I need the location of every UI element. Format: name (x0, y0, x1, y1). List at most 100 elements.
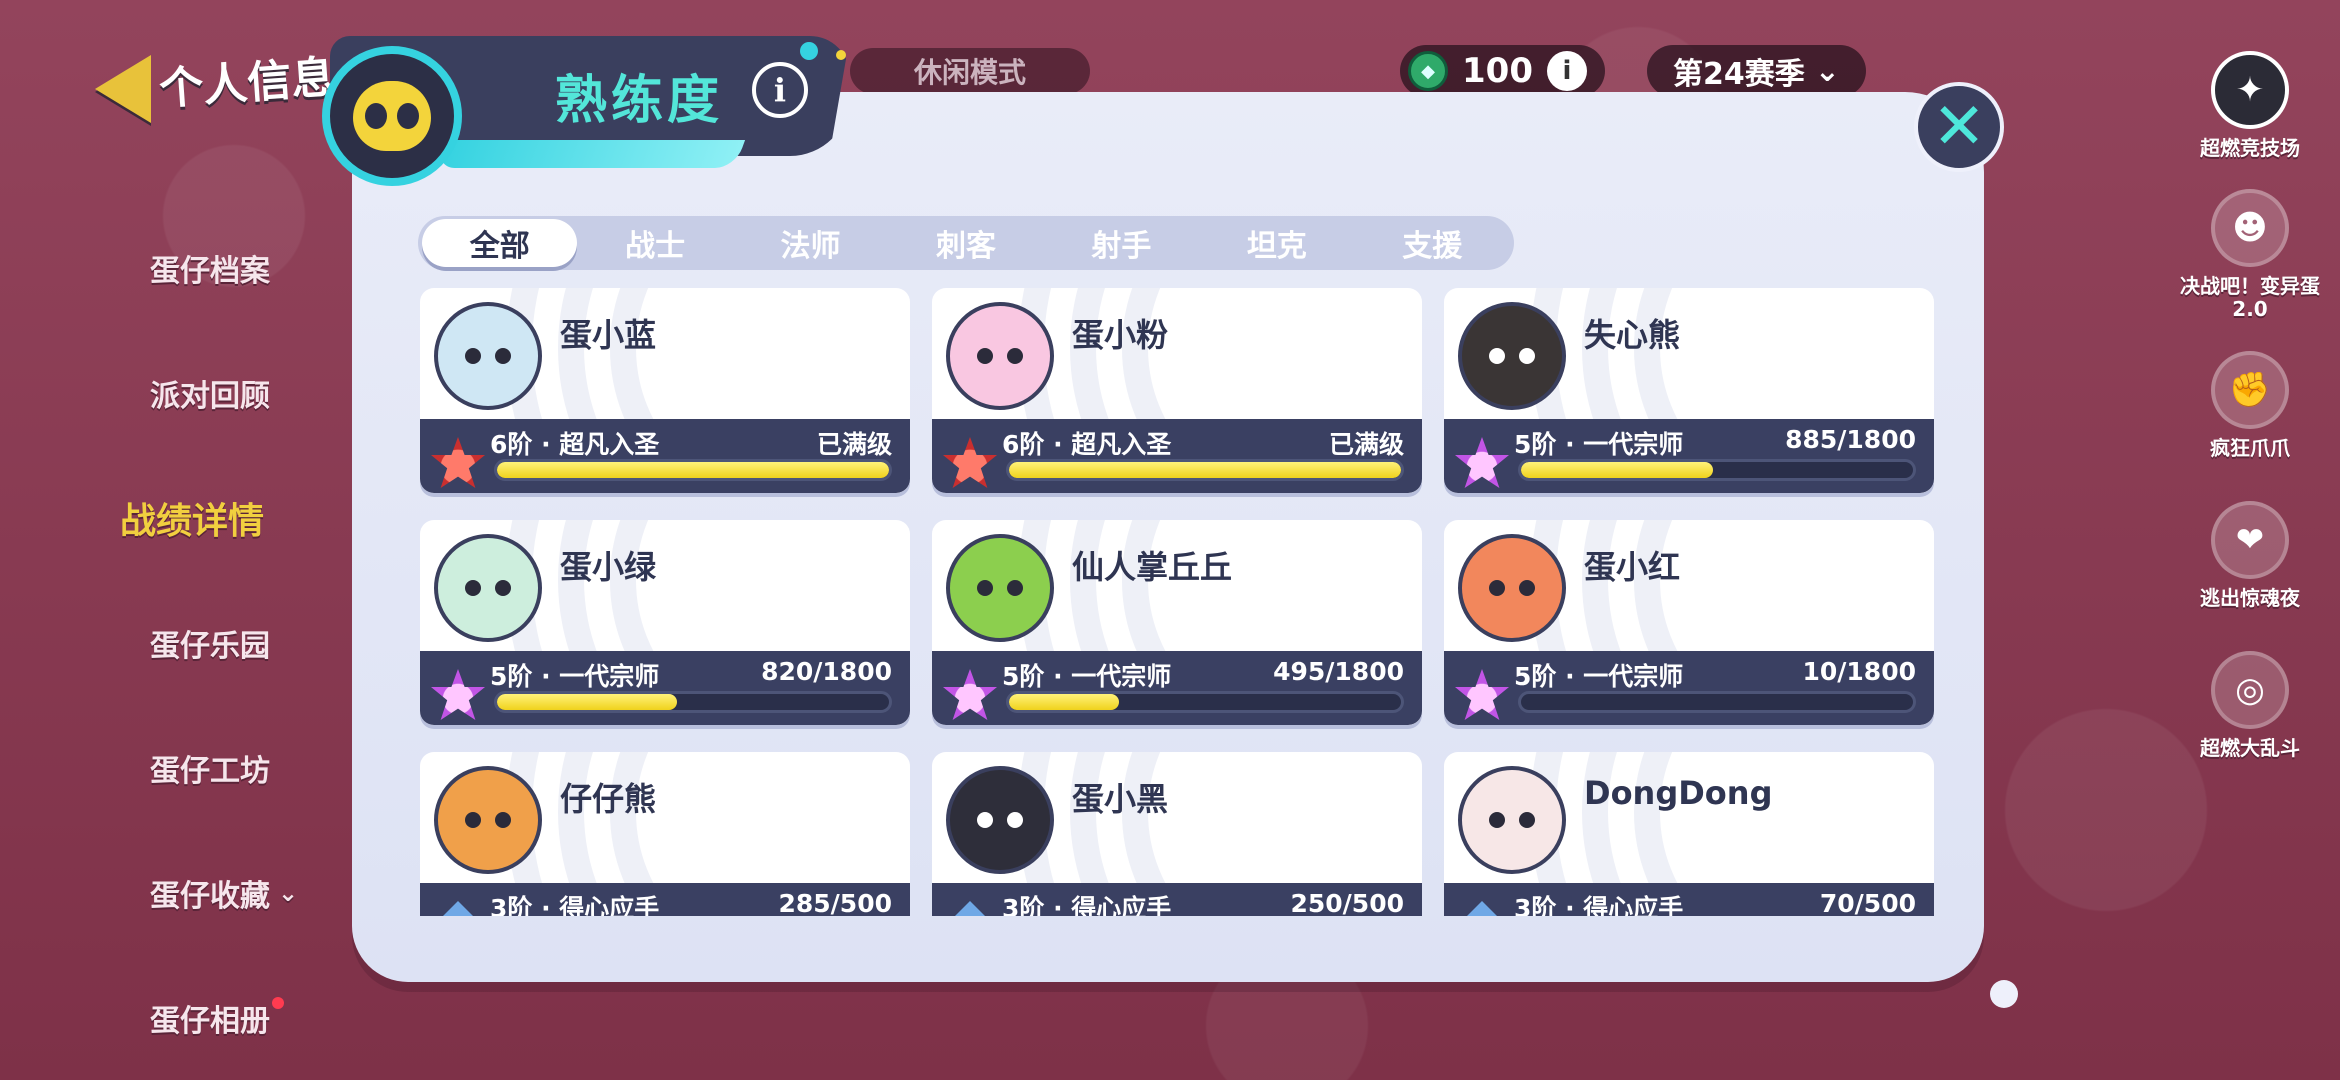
rank-badge-icon (428, 901, 488, 916)
card-footer: 5阶 · 一代宗师 820/1800 (420, 651, 910, 725)
claw-icon: ✊ (2211, 350, 2289, 429)
rail-mode-label: 超燃大乱斗 (2200, 735, 2300, 760)
role-tab[interactable]: 刺客 (888, 219, 1043, 267)
left-menu-label: 蛋仔乐园 (150, 628, 270, 664)
top-right-bar: ◆ 100 i 第24赛季 ⌄ (1400, 45, 1866, 97)
progress-bar-fill (497, 694, 678, 710)
character-name: 蛋小红 (1584, 548, 1681, 586)
coin-info-icon[interactable]: i (1546, 51, 1587, 91)
character-name: 仙人掌丘丘 (1072, 548, 1233, 586)
rail-mode-item[interactable]: ❤ 逃出惊魂夜 (2170, 480, 2330, 630)
role-tab[interactable]: 全部 (422, 219, 578, 267)
progress-text: 885/1800 (1785, 425, 1916, 454)
rank-badge-icon (431, 437, 485, 488)
progress-bar (1518, 459, 1916, 481)
rank-badge-icon (943, 669, 997, 720)
character-avatar (434, 534, 542, 642)
rail-mode-item[interactable]: ✦ 超燃竞技场 (2170, 30, 2330, 180)
progress-bar-fill (1009, 462, 1401, 478)
rank-badge-icon (943, 437, 997, 488)
rank-label: 5阶 · 一代宗师 (1002, 662, 1172, 691)
character-card[interactable]: 失心熊 5阶 · 一代宗师 885/1800 (1444, 288, 1934, 493)
progress-bar-fill (1521, 462, 1714, 478)
left-menu-label: 蛋仔收藏 (150, 878, 270, 914)
rail-mode-item[interactable]: ◎ 超燃大乱斗 (2170, 630, 2330, 780)
rank-badge-icon (431, 669, 485, 720)
card-footer: 3阶 · 得心应手 285/500 (420, 883, 910, 916)
character-card[interactable]: DongDong 3阶 · 得心应手 70/500 (1444, 752, 1934, 916)
season-dropdown[interactable]: 第24赛季 ⌄ (1646, 45, 1866, 97)
progress-text: 已满级 (1328, 430, 1404, 459)
progress-bar (1006, 459, 1404, 481)
rank-label: 5阶 · 一代宗师 (1514, 430, 1684, 459)
back-arrow-icon (95, 55, 151, 123)
rank-badge-icon (1452, 901, 1512, 916)
character-card[interactable]: 仔仔熊 3阶 · 得心应手 285/500 (420, 752, 910, 916)
rail-mode-label: 逃出惊魂夜 (2200, 585, 2300, 610)
swirl-icon: ◎ (2211, 650, 2289, 729)
decor-dot (836, 50, 846, 60)
rank-label: 3阶 · 得心应手 (1514, 894, 1684, 916)
character-card[interactable]: 蛋小蓝 6阶 · 超凡入圣 已满级 (420, 288, 910, 493)
role-tabs: 全部 战士 法师 刺客 射手 坦克 支援 (418, 216, 1514, 270)
left-menu-item[interactable]: 战绩详情 (120, 455, 390, 580)
rail-mode-label: 超燃竞技场 (2200, 135, 2300, 160)
card-footer: 6阶 · 超凡入圣 已满级 (420, 419, 910, 493)
progress-text: 495/1800 (1273, 657, 1404, 686)
character-avatar (434, 302, 542, 410)
info-icon[interactable]: i (752, 62, 808, 118)
rank-label: 5阶 · 一代宗师 (490, 662, 660, 691)
left-menu-label: 蛋仔档案 (150, 253, 270, 289)
rail-mode-item[interactable]: ☻ 决战吧！变异蛋2.0 (2170, 180, 2330, 330)
rail-mode-label: 疯狂爪爪 (2210, 435, 2290, 460)
character-card[interactable]: 蛋小红 5阶 · 一代宗师 10/1800 (1444, 520, 1934, 725)
rank-badge-icon (1455, 669, 1509, 720)
monster-icon: ☻ (2211, 189, 2289, 267)
character-name: 蛋小绿 (560, 548, 657, 586)
character-avatar (1458, 534, 1566, 642)
progress-bar (494, 459, 892, 481)
progress-text: 820/1800 (761, 657, 892, 686)
rail-mode-label: 决战吧！变异蛋2.0 (2180, 274, 2320, 321)
character-card[interactable]: 蛋小黑 3阶 · 得心应手 250/500 (932, 752, 1422, 916)
currency-display: ◆ 100 i (1400, 45, 1605, 97)
role-tab[interactable]: 射手 (1044, 219, 1199, 267)
role-tab[interactable]: 坦克 (1199, 219, 1354, 267)
header-stripe (434, 140, 746, 168)
progress-text: 70/500 (1819, 889, 1916, 916)
role-tab[interactable]: 法师 (733, 219, 888, 267)
role-tab[interactable]: 支援 (1355, 219, 1510, 267)
character-name: DongDong (1584, 774, 1773, 812)
rank-label: 3阶 · 得心应手 (490, 894, 660, 916)
rail-mode-item[interactable]: ✊ 疯狂爪爪 (2170, 330, 2330, 480)
notification-dot (272, 996, 284, 1009)
left-menu-label: 战绩详情 (120, 500, 265, 542)
back-button[interactable]: 个人信息 (95, 52, 337, 123)
trophy-icon: ✦ (2211, 50, 2289, 129)
character-avatar (1458, 766, 1566, 874)
page-title: 个人信息 (157, 51, 337, 116)
progress-bar-fill (1009, 694, 1119, 710)
mode-tab[interactable]: 休闲模式 (850, 48, 1090, 94)
left-menu-item[interactable]: 蛋仔相册 (150, 955, 390, 1080)
progress-text: 已满级 (816, 430, 892, 459)
role-tab[interactable]: 战士 (577, 219, 732, 267)
coin-amount: 100 (1462, 51, 1533, 91)
character-name: 蛋小蓝 (560, 316, 657, 354)
left-menu-label: 派对回顾 (150, 378, 270, 414)
card-footer: 3阶 · 得心应手 70/500 (1444, 883, 1934, 916)
progress-bar-fill (497, 462, 889, 478)
left-menu-label: 蛋仔相册 (150, 1003, 270, 1039)
character-card[interactable]: 仙人掌丘丘 5阶 · 一代宗师 495/1800 (932, 520, 1422, 725)
card-footer: 6阶 · 超凡入圣 已满级 (932, 419, 1422, 493)
coin-icon: ◆ (1408, 51, 1448, 91)
chevron-down-icon: ⌄ (1814, 53, 1840, 89)
character-name: 蛋小粉 (1072, 316, 1169, 354)
character-card[interactable]: 蛋小粉 6阶 · 超凡入圣 已满级 (932, 288, 1422, 493)
close-button[interactable]: ✕ (1914, 82, 2004, 172)
character-card[interactable]: 蛋小绿 5阶 · 一代宗师 820/1800 (420, 520, 910, 725)
progress-bar (494, 691, 892, 713)
modal-title: 熟练度 (555, 71, 724, 131)
rank-badge-icon (940, 901, 1000, 916)
decor-dot (800, 42, 818, 60)
